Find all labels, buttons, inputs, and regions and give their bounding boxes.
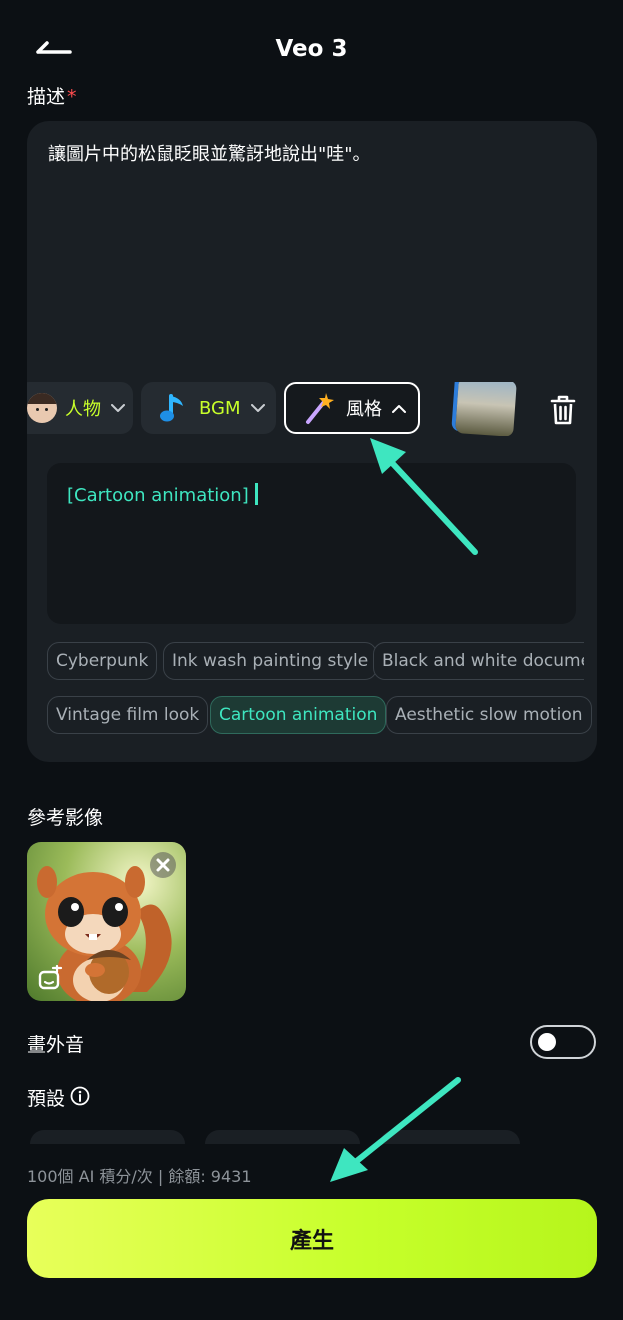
edit-image-button[interactable] bbox=[37, 964, 63, 991]
chip-person-label: 人物 bbox=[65, 399, 101, 420]
chip-person[interactable]: 人物 bbox=[27, 382, 133, 434]
chevron-down-icon bbox=[111, 403, 125, 412]
page-title: Veo 3 bbox=[275, 36, 348, 62]
person-avatar-icon bbox=[27, 393, 57, 423]
chip-bgm-label: BGM bbox=[199, 397, 241, 419]
delete-button[interactable] bbox=[547, 394, 579, 426]
chevron-down-icon bbox=[250, 403, 265, 412]
reference-image[interactable] bbox=[27, 842, 186, 1001]
trash-icon bbox=[550, 395, 576, 425]
style-tag-aesthetic-slow-motion[interactable]: Aesthetic slow motion bbox=[386, 696, 592, 734]
style-tag-ink-wash[interactable]: Ink wash painting style bbox=[163, 642, 378, 680]
style-tag-black-and-white[interactable]: Black and white documer bbox=[373, 642, 584, 680]
offscreen-audio-toggle[interactable] bbox=[530, 1025, 596, 1059]
style-tag-label: Aesthetic slow motion bbox=[395, 705, 583, 725]
close-icon bbox=[156, 858, 170, 872]
style-tag-clip: Black and white documer bbox=[373, 642, 584, 682]
style-tag-label: Cyberpunk bbox=[56, 651, 149, 671]
style-tag-cyberpunk[interactable]: Cyberpunk bbox=[47, 642, 158, 680]
style-tag-label: Cartoon animation bbox=[219, 705, 378, 725]
magic-wand-icon bbox=[306, 393, 334, 424]
preset-label: 預設 bbox=[27, 1088, 66, 1110]
style-tag-label: Black and white documer bbox=[382, 651, 584, 671]
style-input[interactable]: [Cartoon animation] bbox=[47, 463, 576, 624]
generate-button[interactable]: 產生 bbox=[27, 1199, 597, 1278]
offscreen-audio-label: 畫外音 bbox=[27, 1034, 85, 1056]
style-tag-label: Ink wash painting style bbox=[172, 651, 369, 671]
required-mark: * bbox=[67, 86, 77, 108]
chip-style[interactable]: 風格 bbox=[284, 382, 420, 434]
attached-image-thumbnail[interactable] bbox=[455, 382, 517, 436]
description-textarea[interactable]: 讓圖片中的松鼠眨眼並驚訝地說出"哇"。 bbox=[48, 142, 568, 168]
description-label: 描述 * bbox=[27, 82, 77, 109]
prompt-chip-row: 人物 BGM 風格 bbox=[27, 382, 597, 436]
generate-button-label: 產生 bbox=[289, 1228, 334, 1254]
veo3-screen: Veo 3 描述 * 讓圖片中的松鼠眨眼並驚訝地說出"哇"。 人物 BGM 風格… bbox=[0, 0, 623, 1320]
description-label-text: 描述 bbox=[27, 86, 66, 108]
style-tag-cartoon-animation[interactable]: Cartoon animation bbox=[210, 696, 387, 734]
style-tag-vintage-film[interactable]: Vintage film look bbox=[47, 696, 209, 734]
image-edit-icon bbox=[38, 964, 63, 990]
style-input-value: [Cartoon animation] bbox=[67, 485, 249, 506]
chevron-up-icon bbox=[392, 404, 406, 413]
preset-card[interactable] bbox=[205, 1130, 360, 1144]
credits-info: 100個 AI 積分/次 | 餘額: 9431 bbox=[27, 1167, 252, 1186]
remove-image-button[interactable] bbox=[150, 852, 176, 878]
info-icon[interactable] bbox=[70, 1086, 90, 1106]
toggle-knob bbox=[538, 1033, 556, 1051]
preset-card[interactable] bbox=[380, 1130, 520, 1144]
style-tag-label: Vintage film look bbox=[56, 705, 200, 725]
chip-style-label: 風格 bbox=[346, 399, 382, 420]
text-caret bbox=[254, 483, 258, 505]
chip-bgm[interactable]: BGM bbox=[141, 382, 276, 434]
music-note-icon bbox=[160, 394, 183, 422]
preset-card[interactable] bbox=[30, 1130, 185, 1144]
reference-image-label: 參考影像 bbox=[27, 807, 104, 829]
